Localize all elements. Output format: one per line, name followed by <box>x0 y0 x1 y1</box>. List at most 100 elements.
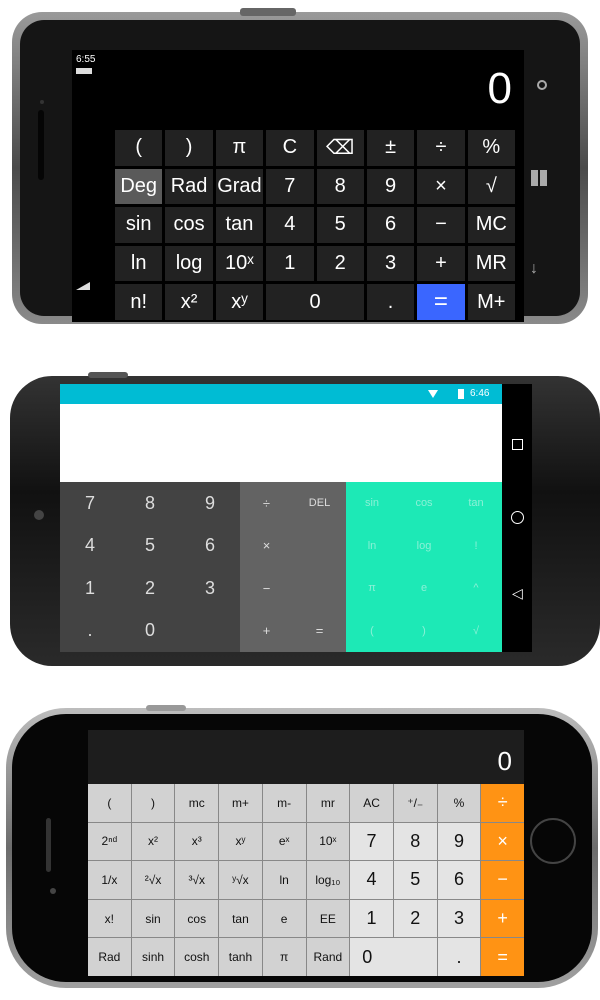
key-mr[interactable]: mr <box>306 784 350 822</box>
key-key[interactable]: ( <box>88 784 131 822</box>
key-ln[interactable]: ln <box>115 245 163 282</box>
key-1-x[interactable]: 1/x <box>88 861 131 899</box>
key-9[interactable]: 9 <box>180 482 240 525</box>
key-key[interactable]: − <box>481 861 524 899</box>
back-triangle-icon[interactable]: ◁ <box>512 585 523 602</box>
key-key[interactable]: = <box>293 610 346 653</box>
key-key[interactable]: π <box>346 567 398 610</box>
key-tan[interactable]: tan <box>450 482 502 525</box>
key-3[interactable]: 3 <box>366 245 415 282</box>
key-deg[interactable]: Deg <box>115 168 163 205</box>
key-8[interactable]: 8 <box>316 168 364 205</box>
key-ee[interactable]: EE <box>306 899 350 938</box>
key-5[interactable]: 5 <box>316 207 364 243</box>
key-key[interactable]: ÷ <box>417 130 465 166</box>
key-key[interactable]: π <box>262 938 306 976</box>
key-key[interactable]: − <box>240 567 293 610</box>
key-0[interactable]: 0 <box>350 938 437 976</box>
search-icon[interactable] <box>537 80 547 90</box>
key-tanh[interactable]: tanh <box>219 938 262 976</box>
key-key[interactable]: π <box>215 130 264 166</box>
key-key[interactable]: % <box>437 784 481 822</box>
key-x[interactable]: x² <box>131 822 175 861</box>
key-key[interactable]: ÷ <box>481 784 524 822</box>
key-key[interactable]: ± <box>366 130 415 166</box>
key-3[interactable]: 3 <box>180 567 240 610</box>
key-log[interactable]: log <box>165 245 213 282</box>
key-key[interactable]: % <box>467 130 515 166</box>
key-key[interactable]: = <box>417 284 465 320</box>
key-sin[interactable]: sin <box>346 482 398 525</box>
square-icon[interactable] <box>512 439 523 450</box>
key-rand[interactable]: Rand <box>306 938 350 976</box>
key-e[interactable]: e <box>398 567 450 610</box>
key-m[interactable]: m- <box>262 784 306 822</box>
key-key[interactable]: ) <box>131 784 175 822</box>
key-mc[interactable]: mc <box>175 784 219 822</box>
key-key[interactable]: × <box>481 822 524 861</box>
key-x[interactable]: x³ <box>175 822 219 861</box>
key-del[interactable]: DEL <box>293 482 346 525</box>
key-cosh[interactable]: cosh <box>175 938 219 976</box>
key-0[interactable]: 0 <box>266 284 364 320</box>
home-button[interactable] <box>530 818 576 864</box>
key-ln[interactable]: ln <box>346 525 398 568</box>
key-2[interactable]: 2 <box>120 567 180 610</box>
key-mr[interactable]: MR <box>467 245 515 282</box>
key-cos[interactable]: cos <box>175 899 219 938</box>
key-rad[interactable]: Rad <box>165 168 213 205</box>
key-key[interactable]: ! <box>450 525 502 568</box>
key-log[interactable]: log₁₀ <box>306 861 350 899</box>
key-0[interactable]: 0 <box>120 610 180 653</box>
key-1[interactable]: 1 <box>266 245 314 282</box>
key-key[interactable]: . <box>60 610 120 653</box>
key-9[interactable]: 9 <box>437 822 481 861</box>
key-key[interactable]: ÷ <box>240 482 293 525</box>
key-grad[interactable]: Grad <box>215 168 264 205</box>
key-key[interactable] <box>180 610 240 653</box>
key-cos[interactable]: cos <box>398 482 450 525</box>
key-key[interactable]: ^ <box>450 567 502 610</box>
key-2[interactable]: 2ⁿᵈ <box>88 822 131 861</box>
key-1[interactable]: 1 <box>60 567 120 610</box>
key-4[interactable]: 4 <box>60 525 120 568</box>
key-6[interactable]: 6 <box>366 207 415 243</box>
key-5[interactable]: 5 <box>120 525 180 568</box>
key-4[interactable]: 4 <box>350 861 393 899</box>
key-key[interactable]: ( <box>115 130 163 166</box>
key-key[interactable] <box>293 567 346 610</box>
key-x[interactable]: xʸ <box>215 284 264 320</box>
key-n[interactable]: n! <box>115 284 163 320</box>
key-10[interactable]: 10ˣ <box>306 822 350 861</box>
key-3[interactable]: 3 <box>437 899 481 938</box>
key-key[interactable]: × <box>240 525 293 568</box>
key-tan[interactable]: tan <box>219 899 262 938</box>
key-mc[interactable]: MC <box>467 207 515 243</box>
key-log[interactable]: log <box>398 525 450 568</box>
down-arrow-icon[interactable]: ↓ <box>530 260 538 278</box>
key-5[interactable]: 5 <box>393 861 437 899</box>
key-key[interactable]: × <box>417 168 465 205</box>
key-key[interactable]: . <box>366 284 415 320</box>
key-key[interactable]: + <box>417 245 465 282</box>
key-m[interactable]: M+ <box>467 284 515 320</box>
key-4[interactable]: 4 <box>266 207 314 243</box>
key-6[interactable]: 6 <box>437 861 481 899</box>
key-key[interactable]: + <box>481 899 524 938</box>
key-2[interactable]: 2 <box>316 245 364 282</box>
key-key[interactable]: . <box>437 938 481 976</box>
key-1[interactable]: 1 <box>350 899 393 938</box>
key-2[interactable]: 2 <box>393 899 437 938</box>
key-tan[interactable]: tan <box>215 207 264 243</box>
key-8[interactable]: 8 <box>120 482 180 525</box>
key-7[interactable]: 7 <box>60 482 120 525</box>
key-7[interactable]: 7 <box>266 168 314 205</box>
key-key[interactable]: ( <box>346 610 398 653</box>
key-key[interactable]: = <box>481 938 524 976</box>
key-key[interactable]: − <box>417 207 465 243</box>
key-x[interactable]: x! <box>88 899 131 938</box>
key-sin[interactable]: sin <box>115 207 163 243</box>
windows-icon[interactable] <box>531 170 547 186</box>
key-key[interactable]: ) <box>398 610 450 653</box>
key-x[interactable]: xʸ <box>219 822 262 861</box>
